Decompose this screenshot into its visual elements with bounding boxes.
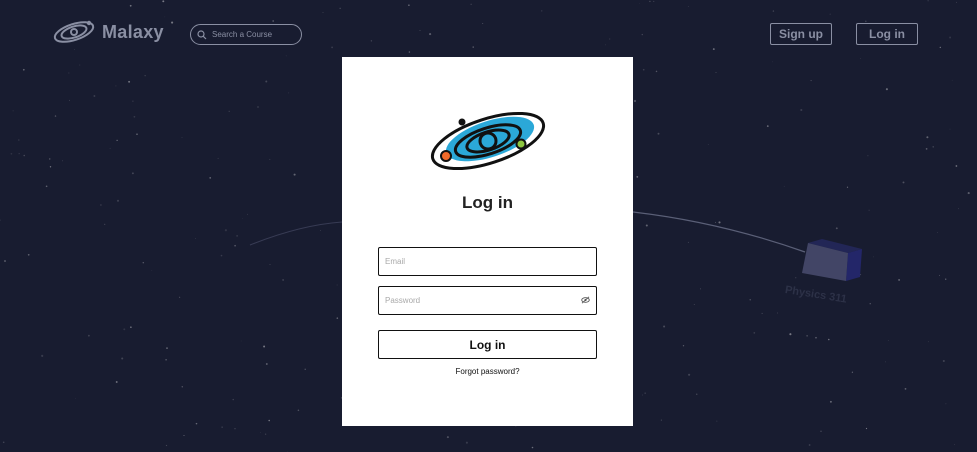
login-modal: Log in Log in Forgot password? xyxy=(342,57,633,426)
email-input[interactable] xyxy=(379,257,596,266)
forgot-password-link[interactable]: Forgot password? xyxy=(342,367,633,376)
galaxy-logo-icon xyxy=(430,111,546,171)
signup-button[interactable]: Sign up xyxy=(770,23,832,45)
login-submit-button[interactable]: Log in xyxy=(378,330,597,359)
galaxy-icon xyxy=(53,20,95,43)
search-input[interactable]: Search a Course xyxy=(212,30,272,39)
login-nav-button[interactable]: Log in xyxy=(856,23,918,45)
password-field[interactable] xyxy=(378,286,597,315)
email-field[interactable] xyxy=(378,247,597,276)
search-bar[interactable]: Search a Course xyxy=(190,24,302,45)
password-input[interactable] xyxy=(379,296,596,305)
site-logo[interactable]: Malaxy xyxy=(52,18,164,46)
logo-text: Malaxy xyxy=(102,21,164,42)
modal-title: Log in xyxy=(462,193,513,212)
search-icon xyxy=(197,29,207,39)
eye-off-icon[interactable] xyxy=(581,296,590,304)
